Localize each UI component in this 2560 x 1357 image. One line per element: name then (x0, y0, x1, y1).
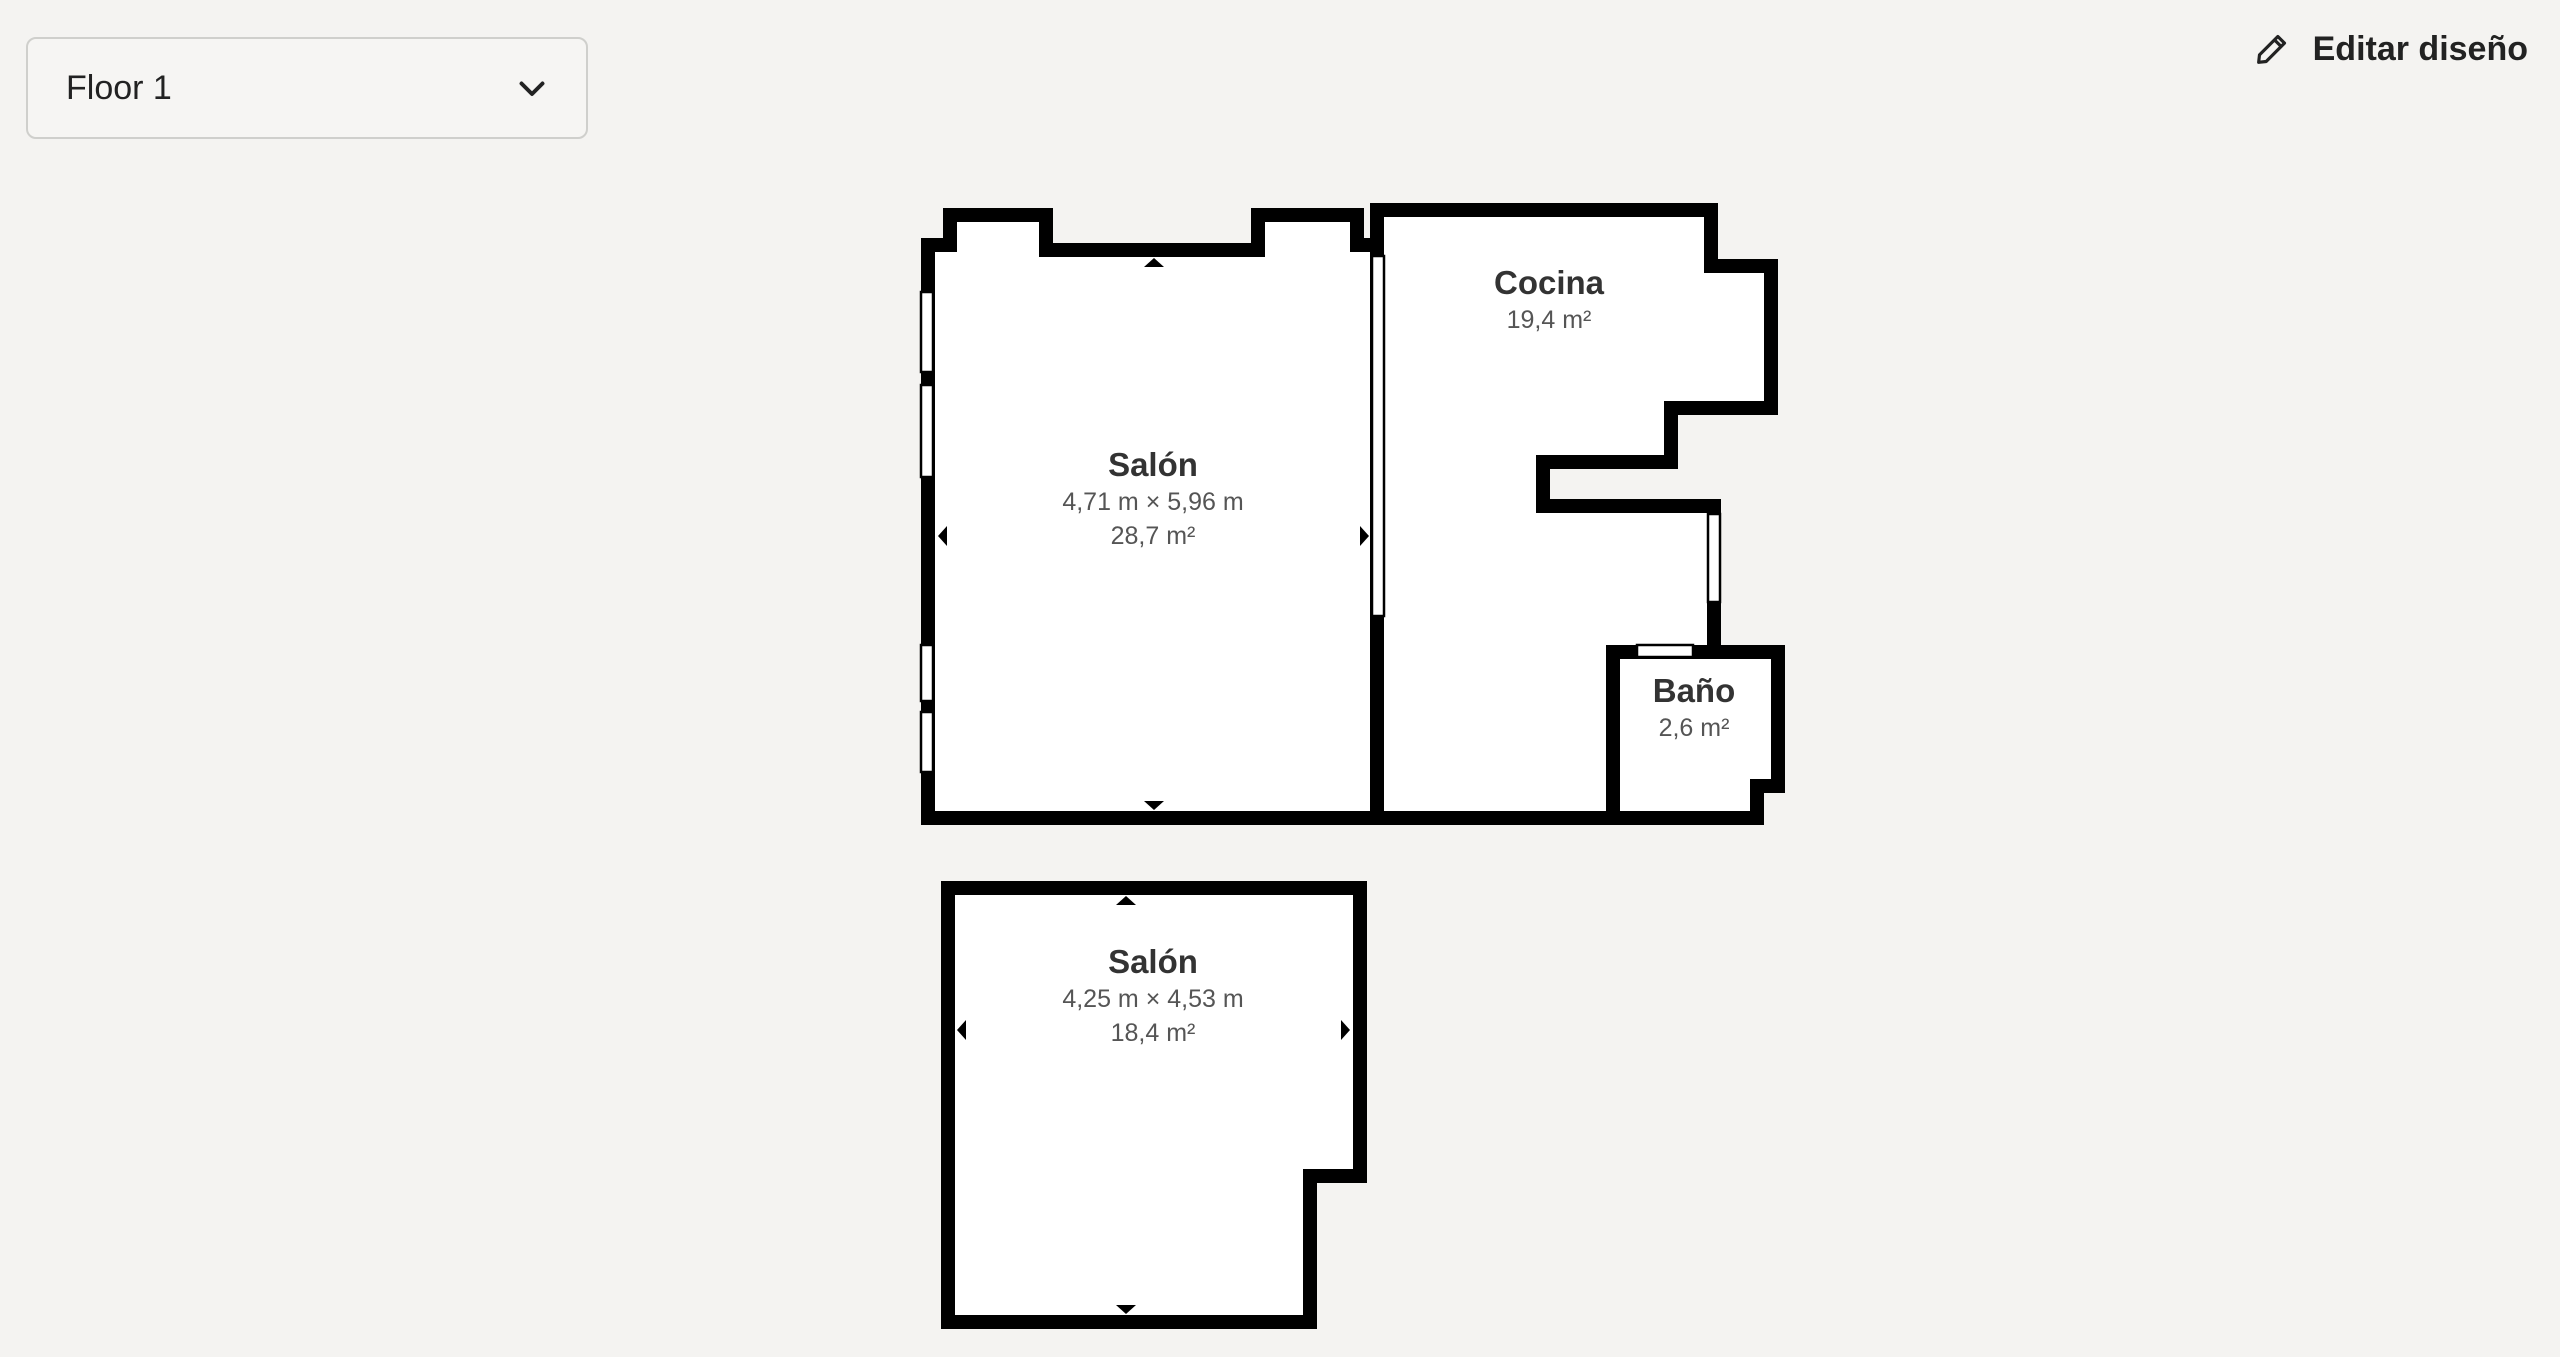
room-dimensions: 4,25 m × 4,53 m (1062, 985, 1244, 1013)
room-area: 18,4 m² (1110, 1019, 1196, 1047)
window (919, 383, 935, 479)
door (1635, 643, 1695, 659)
room-area: 19,4 m² (1506, 306, 1592, 334)
floorplan-viewer: Floor 1 Editar diseño Salón 4,71 m × 5,9… (0, 0, 2560, 1357)
window (919, 290, 935, 374)
room-name: Salón (1108, 943, 1198, 980)
room-name: Salón (1108, 446, 1198, 483)
room-name: Cocina (1493, 264, 1605, 301)
room-label-salon-1: Salón 4,71 m × 5,96 m 28,7 m² (1062, 445, 1243, 553)
room-label-bano: Baño 2,6 m² (1653, 671, 1736, 745)
window (1706, 512, 1722, 604)
room-dimensions: 4,71 m × 5,96 m (1062, 488, 1244, 516)
room-area: 28,7 m² (1110, 522, 1196, 550)
room-label-salon-2: Salón 4,25 m × 4,53 m 18,4 m² (1062, 942, 1243, 1050)
room-name: Baño (1652, 672, 1736, 709)
floor-plan (919, 203, 1785, 1329)
window (919, 643, 935, 703)
sliding-door (1370, 254, 1386, 618)
room-label-cocina: Cocina 19,4 m² (1494, 263, 1604, 337)
room-area: 2,6 m² (1658, 714, 1730, 742)
window (919, 710, 935, 774)
